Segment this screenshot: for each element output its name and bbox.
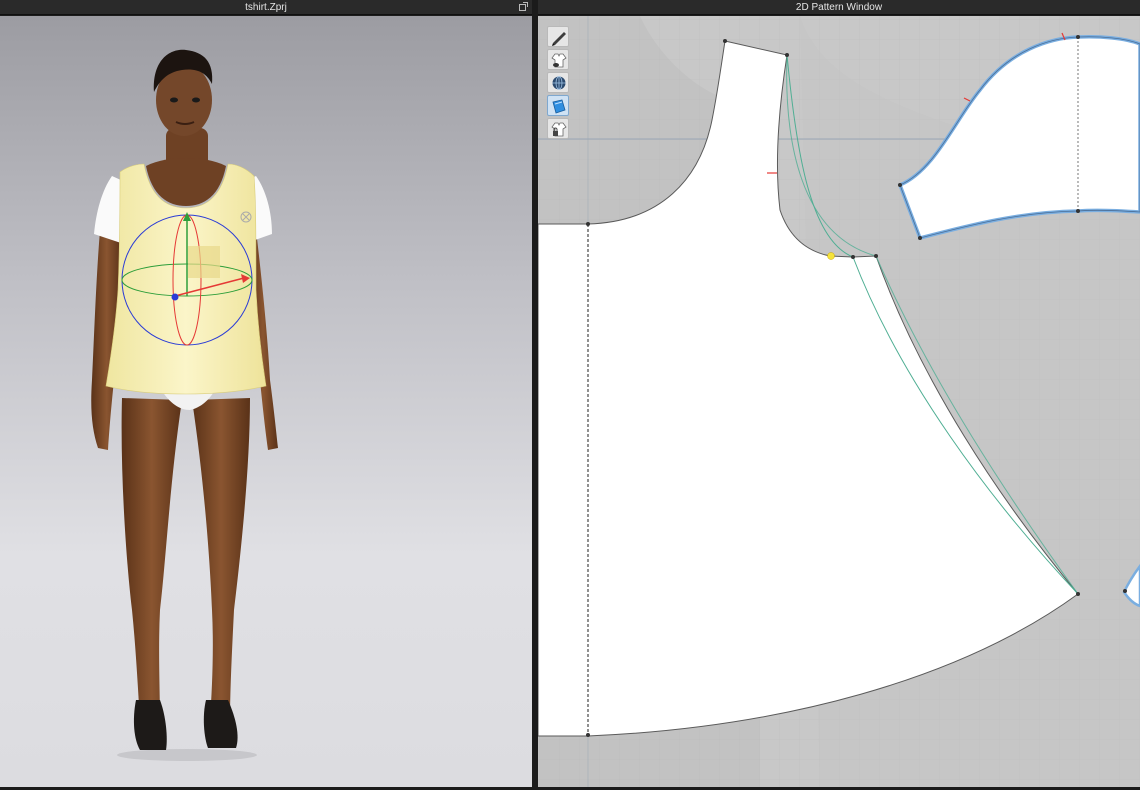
tool-garment-view[interactable] [547, 49, 569, 70]
garment-lock-icon [551, 122, 567, 137]
2d-toolbar [547, 26, 571, 141]
popout-icon[interactable] [519, 2, 528, 11]
tool-globe[interactable] [547, 72, 569, 93]
2d-pattern-canvas[interactable] [538, 16, 1140, 787]
globe-icon [552, 76, 566, 90]
pen-icon [552, 32, 566, 46]
tool-garment-lock[interactable] [547, 118, 569, 139]
3d-garment-viewport[interactable] [0, 16, 532, 787]
fabric-icon [552, 99, 566, 114]
2d-window-title: 2D Pattern Window [795, 2, 883, 13]
3d-window-title: tshirt.Zprj [245, 2, 287, 13]
2d-window-title-bar: 2D Pattern Window [538, 0, 1140, 15]
tool-pen[interactable] [547, 26, 569, 47]
avatar-scene [91, 49, 278, 761]
3d-window-title-bar: tshirt.Zprj [0, 0, 532, 15]
pattern-drawing [538, 16, 1140, 787]
garment-view-icon [551, 53, 567, 68]
tool-fabric[interactable] [547, 95, 569, 116]
